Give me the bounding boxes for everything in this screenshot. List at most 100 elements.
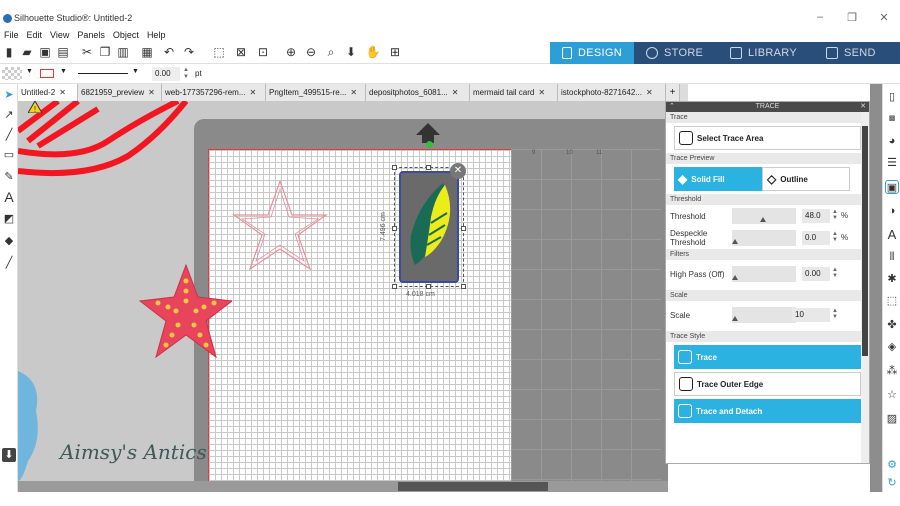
resize-handle[interactable]	[426, 284, 431, 289]
copy-icon[interactable]: ❐	[98, 45, 112, 59]
zoom-out-icon[interactable]: ⊖	[304, 45, 318, 59]
close-tab-icon[interactable]: ✕	[250, 88, 257, 97]
trace-outer-edge-button[interactable]: Trace Outer Edge	[674, 372, 861, 396]
threshold-input[interactable]: 48.0	[802, 209, 830, 223]
pan-hand-icon[interactable]: ✋	[366, 45, 381, 59]
offset-icon[interactable]: ◈	[885, 340, 899, 354]
new-file-icon[interactable]: ▮	[2, 45, 16, 59]
new-tab-plus-icon[interactable]: +	[666, 84, 680, 101]
doc-tab[interactable]: istockphoto-8271642... ✕	[558, 84, 666, 101]
store-tab[interactable]: STORE	[634, 42, 718, 64]
page-setup-icon[interactable]: ▯	[885, 90, 899, 104]
redo-icon[interactable]: ↷	[182, 45, 196, 59]
close-tab-icon[interactable]: ✕	[452, 88, 459, 97]
resize-handle[interactable]	[426, 165, 431, 170]
replicate-icon[interactable]: ✱	[885, 272, 899, 286]
close-panel-icon[interactable]: ✕	[860, 102, 866, 112]
transparency-icon[interactable]: ◑	[885, 204, 899, 218]
refresh-icon[interactable]: ↻	[885, 476, 899, 490]
doc-tab[interactable]: 6821959_preview ✕	[78, 84, 162, 101]
doc-tab[interactable]: Untitled-2 ✕	[18, 84, 78, 101]
line-width-spinner[interactable]: ▲ ▼	[183, 67, 189, 81]
line-style-icon[interactable]: ☰	[885, 156, 899, 170]
knife-tool-icon[interactable]: ╱	[2, 256, 16, 270]
undo-icon[interactable]: ↶	[162, 45, 176, 59]
clipboard-icon[interactable]: ▦	[140, 45, 154, 59]
scroll-thumb[interactable]	[398, 482, 548, 491]
panel-scrollbar[interactable]	[861, 112, 869, 463]
menu-file[interactable]: File	[0, 28, 23, 42]
close-tab-icon[interactable]: ✕	[148, 88, 155, 97]
deselect-icon[interactable]: ⊠	[234, 45, 248, 59]
line-style-dropdown-icon[interactable]: ▼	[132, 68, 139, 75]
eraser-tool-icon[interactable]: ◆	[2, 234, 16, 248]
pixscan-icon[interactable]: ▩	[885, 112, 899, 126]
library-tab[interactable]: LIBRARY	[718, 42, 814, 64]
menu-help[interactable]: Help	[143, 28, 170, 42]
doc-tab[interactable]: mermaid tail card ✕	[470, 84, 558, 101]
trace-panel-icon[interactable]: ▣	[885, 180, 899, 194]
move-down-icon[interactable]: ⬇	[344, 45, 358, 59]
delete-object-icon[interactable]: ✕	[450, 163, 466, 179]
doc-tab[interactable]: web-177357296-rem... ✕	[162, 84, 266, 101]
despeckle-spinner[interactable]: ▲ ▼	[832, 231, 838, 243]
trace-button[interactable]: Trace	[674, 345, 861, 369]
close-tab-icon[interactable]: ✕	[350, 88, 357, 97]
outline-button[interactable]: ◇ Outline	[762, 167, 850, 191]
warning-icon[interactable]: !	[28, 101, 42, 113]
maximize-icon[interactable]: ❐	[844, 11, 860, 24]
fill-dropdown-arrow-icon[interactable]: ▼	[26, 68, 33, 75]
slider-knob[interactable]	[732, 316, 738, 321]
threshold-spinner[interactable]: ▲ ▼	[832, 209, 838, 221]
cut-icon[interactable]: ✂	[80, 45, 94, 59]
open-folder-icon[interactable]: ▰	[20, 45, 34, 59]
trace-and-detach-button[interactable]: Trace and Detach	[674, 399, 861, 423]
save-icon[interactable]: ▣	[38, 45, 52, 59]
red-wave-shape[interactable]	[18, 101, 188, 181]
menu-edit[interactable]: Edit	[23, 28, 47, 42]
align-icon[interactable]: ⫴	[885, 250, 899, 264]
slider-knob[interactable]	[760, 217, 766, 222]
pencil-tool-icon[interactable]: ✎	[2, 170, 16, 184]
fill-swatch[interactable]	[2, 67, 22, 80]
resize-handle[interactable]	[392, 284, 397, 289]
rotate-handle[interactable]	[426, 141, 433, 148]
highpass-slider[interactable]	[732, 266, 796, 282]
blue-shape[interactable]	[18, 371, 42, 481]
rhinestone-icon[interactable]: ✤	[885, 318, 899, 332]
resize-handle[interactable]	[392, 165, 397, 170]
select-all-icon[interactable]: ⬚	[212, 45, 226, 59]
line-tool-icon[interactable]: ╱	[2, 128, 16, 142]
vertical-scrollbar[interactable]	[870, 84, 882, 492]
scale-input[interactable]: 10	[792, 308, 830, 322]
close-tab-icon[interactable]: ✕	[538, 88, 545, 97]
star-icon[interactable]: ☆	[885, 388, 899, 402]
fill-tool-icon[interactable]: ◩	[2, 212, 16, 226]
rectangle-tool-icon[interactable]: ▭	[2, 148, 16, 162]
minimize-icon[interactable]: –	[812, 11, 828, 23]
starfish-shape[interactable]	[136, 263, 232, 359]
resize-handle[interactable]	[461, 284, 466, 289]
despeckle-input[interactable]: 0.0	[802, 231, 830, 245]
transform-icon[interactable]: ⬚	[885, 294, 899, 308]
text-tool-icon[interactable]: A	[2, 190, 16, 204]
collapse-panel-icon[interactable]: ⬇	[2, 448, 16, 462]
menu-object[interactable]: Object	[109, 28, 143, 42]
design-tab[interactable]: DESIGN	[550, 42, 634, 64]
collapse-up-icon[interactable]: ⌃	[669, 102, 675, 112]
point-edit-icon[interactable]: ↗	[2, 108, 16, 122]
threshold-slider[interactable]	[732, 208, 796, 224]
line-style-sample[interactable]	[78, 73, 128, 74]
paste-icon[interactable]: ▥	[116, 45, 130, 59]
line-color-swatch[interactable]	[40, 69, 54, 78]
doc-tab[interactable]: depositphotos_6081... ✕	[366, 84, 470, 101]
scale-spinner[interactable]: ▲ ▼	[832, 308, 838, 320]
horizontal-scrollbar[interactable]	[18, 481, 668, 492]
close-tab-icon[interactable]: ✕	[59, 88, 66, 97]
settings-gear-icon[interactable]: ⚙	[885, 458, 899, 472]
text-style-icon[interactable]: A	[885, 228, 899, 242]
despeckle-slider[interactable]	[732, 230, 796, 246]
print-icon[interactable]: ▤	[56, 45, 70, 59]
highpass-spinner[interactable]: ▲ ▼	[832, 267, 838, 279]
select-by-color-icon[interactable]: ⊡	[256, 45, 270, 59]
